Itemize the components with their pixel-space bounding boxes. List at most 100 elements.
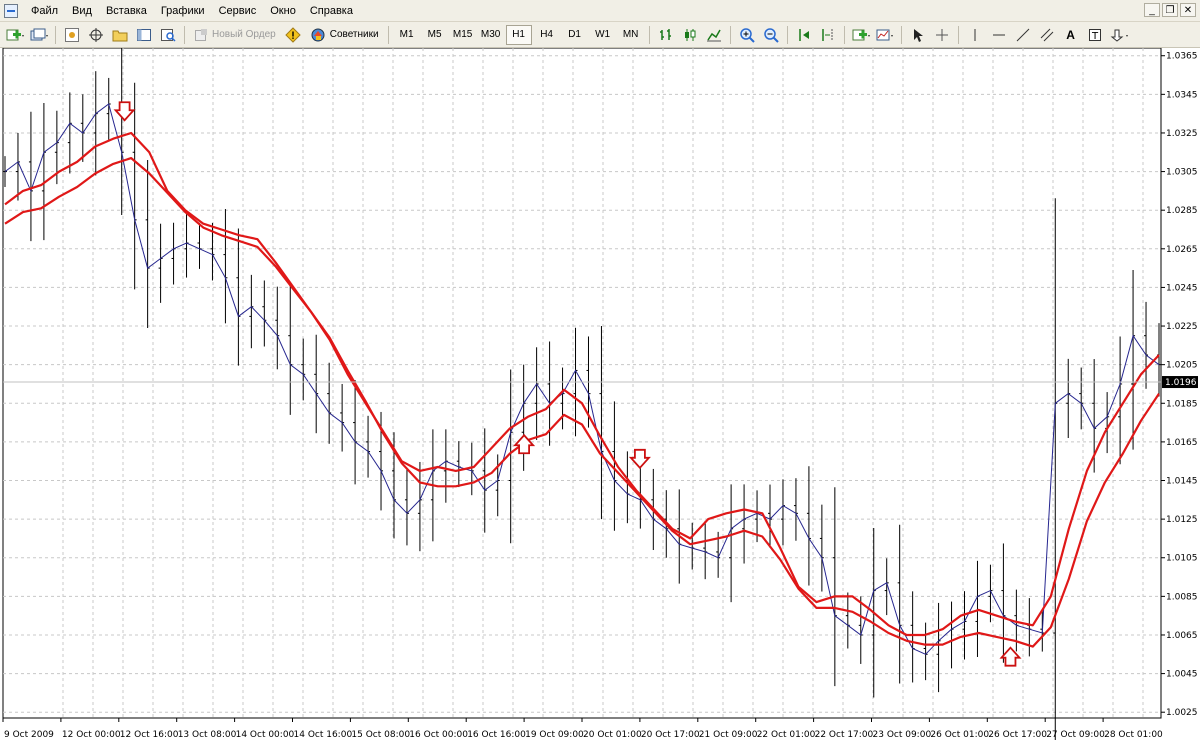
timeframe-m30[interactable]: M30: [478, 25, 504, 45]
horizontal-line-icon[interactable]: [988, 25, 1010, 45]
x-tick-label: 14 Oct 16:00: [294, 730, 353, 740]
cursor-icon[interactable]: [907, 25, 929, 45]
x-tick-label: 26 Oct 01:00: [930, 730, 989, 740]
y-tick-label: 1.0085: [1166, 592, 1198, 602]
x-tick-label: 12 Oct 00:00: [62, 730, 121, 740]
indicators-icon[interactable]: [850, 25, 872, 45]
separator: [55, 25, 56, 44]
terminal-icon[interactable]: [133, 25, 155, 45]
separator: [648, 25, 650, 44]
x-tick-label: 16 Oct 00:00: [409, 730, 468, 740]
vertical-line-icon[interactable]: [964, 25, 986, 45]
x-tick-label: 9 Oct 2009: [4, 730, 54, 740]
candlestick-icon[interactable]: [679, 25, 701, 45]
auto-scroll-icon[interactable]: [793, 25, 815, 45]
separator: [900, 25, 902, 44]
y-tick-label: 1.0185: [1166, 399, 1198, 409]
timeframe-mn[interactable]: MN: [618, 25, 644, 45]
x-tick-label: 19 Oct 09:00: [525, 730, 584, 740]
x-tick-label: 14 Oct 00:00: [236, 730, 295, 740]
zoom-in-icon[interactable]: [736, 25, 758, 45]
y-tick-label: 1.0345: [1166, 90, 1198, 100]
timeframe-m15[interactable]: M15: [450, 25, 476, 45]
menu-bar: Файл Вид Вставка Графики Сервис Окно Спр…: [0, 0, 1200, 22]
y-tick-label: 1.0165: [1166, 438, 1198, 448]
y-tick-label: 1.0245: [1166, 283, 1198, 293]
y-tick-label: 1.0365: [1166, 52, 1198, 62]
market-watch-icon[interactable]: [61, 25, 83, 45]
x-tick-label: 16 Oct 16:00: [467, 730, 526, 740]
minimize-icon[interactable]: _: [1144, 3, 1160, 17]
y-tick-label: 1.0225: [1166, 322, 1198, 332]
arrows-icon[interactable]: [1108, 25, 1130, 45]
folder-icon[interactable]: [109, 25, 131, 45]
x-tick-label: 21 Oct 09:00: [699, 730, 758, 740]
alert-icon[interactable]: [282, 25, 304, 45]
menu-tools[interactable]: Сервис: [212, 0, 264, 22]
chart-shift-icon[interactable]: [817, 25, 839, 45]
y-tick-label: 1.0065: [1166, 631, 1198, 641]
profiles-icon[interactable]: [28, 25, 50, 45]
separator: [843, 25, 845, 44]
line-chart-icon[interactable]: [703, 25, 725, 45]
separator: [729, 25, 731, 44]
x-tick-label: 28 Oct 01:00: [1104, 730, 1163, 740]
toolbar: Новый Ордер Советники M1 M5 M15 M30 H1 H…: [0, 22, 1200, 48]
close-icon[interactable]: ✕: [1180, 3, 1196, 17]
x-tick-label: 20 Oct 17:00: [641, 730, 700, 740]
price-chart[interactable]: 1.0365 1.0345 1.0325 1.0305 1.0285 1.0265 1.02…: [0, 48, 1200, 740]
y-tick-label: 1.0105: [1166, 554, 1198, 564]
menu-insert[interactable]: Вставка: [99, 0, 154, 22]
menu-file[interactable]: Файл: [24, 0, 65, 22]
y-tick-label: 1.0145: [1166, 477, 1198, 487]
advisors-button[interactable]: Советники: [306, 25, 383, 45]
x-tick-label: 26 Oct 17:00: [988, 730, 1047, 740]
periods-icon[interactable]: [874, 25, 896, 45]
y-tick-label: 1.0265: [1166, 245, 1198, 255]
strategy-tester-icon[interactable]: [157, 25, 179, 45]
timeframe-h1[interactable]: H1: [505, 24, 532, 45]
restore-icon[interactable]: ❐: [1162, 3, 1178, 17]
chart-area[interactable]: 1.0365 1.0345 1.0325 1.0305 1.0285 1.0265 1.02…: [0, 48, 1200, 740]
y-tick-label: 1.0285: [1166, 206, 1198, 216]
separator: [786, 25, 788, 44]
advisors-label: Советники: [329, 29, 379, 40]
separator: [957, 25, 959, 44]
timeframe-m1[interactable]: M1: [394, 25, 420, 45]
bar-chart-icon[interactable]: [655, 25, 677, 45]
menu-help[interactable]: Справка: [303, 0, 360, 22]
window-controls: _ ❐ ✕: [1144, 3, 1196, 17]
y-tick-label: 1.0045: [1166, 670, 1198, 680]
x-tick-label: 12 Oct 16:00: [120, 730, 179, 740]
svg-text:T: T: [1091, 31, 1099, 42]
new-chart-icon[interactable]: [4, 25, 26, 45]
x-tick-label: 22 Oct 01:00: [757, 730, 816, 740]
timeframe-d1[interactable]: D1: [562, 25, 588, 45]
new-order-button[interactable]: Новый Ордер: [190, 25, 280, 45]
text-tool-icon[interactable]: A: [1060, 25, 1082, 45]
x-tick-label: 20 Oct 01:00: [583, 730, 642, 740]
x-tick-label: 15 Oct 08:00: [351, 730, 410, 740]
y-tick-label: 1.0125: [1166, 515, 1198, 525]
y-tick-label: 1.0205: [1166, 361, 1198, 371]
text-label-icon[interactable]: T: [1084, 25, 1106, 45]
zoom-out-icon[interactable]: [760, 25, 782, 45]
menu-view[interactable]: Вид: [65, 0, 99, 22]
x-tick-label: 13 Oct 08:00: [178, 730, 237, 740]
new-order-label: Новый Ордер: [212, 29, 276, 40]
menu-charts[interactable]: Графики: [154, 0, 212, 22]
crosshair-tool-icon[interactable]: [931, 25, 953, 45]
y-tick-label: 1.0325: [1166, 129, 1198, 139]
timeframe-m5[interactable]: M5: [422, 25, 448, 45]
crosshair-icon[interactable]: [85, 25, 107, 45]
y-tick-label: 1.0025: [1166, 708, 1198, 718]
separator: [387, 25, 389, 44]
separator: [184, 25, 185, 44]
app-icon[interactable]: [4, 3, 18, 18]
channel-icon[interactable]: [1036, 25, 1058, 45]
timeframe-h4[interactable]: H4: [534, 25, 560, 45]
timeframe-w1[interactable]: W1: [590, 25, 616, 45]
menu-window[interactable]: Окно: [263, 0, 303, 22]
trend-line-icon[interactable]: [1012, 25, 1034, 45]
new-order-icon: [195, 28, 207, 41]
